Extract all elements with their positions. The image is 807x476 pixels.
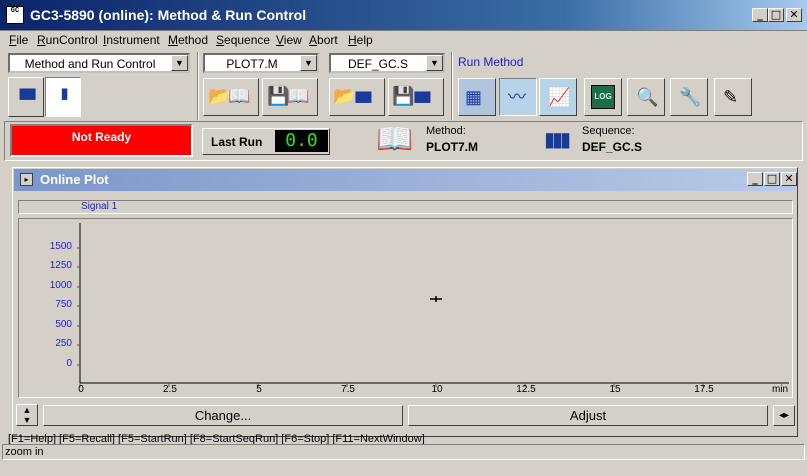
window-menu-icon[interactable]: ▸ <box>20 173 33 186</box>
view-select[interactable]: Method and Run Control ▼ <box>8 53 190 73</box>
zoom-spinner[interactable]: ▲ ▼ <box>16 404 38 426</box>
load-method-button[interactable]: 📂 📖 <box>203 78 259 116</box>
method-select[interactable]: PLOT7.M ▼ <box>203 53 319 73</box>
plot-close-button[interactable]: ✕ <box>781 172 797 186</box>
title-bar: GC GC3-5890 (online): Method & Run Contr… <box>0 0 807 31</box>
last-run-label: Last Run <box>211 135 263 149</box>
change-button[interactable]: Change... <box>43 405 403 426</box>
last-run-value: 0.0 <box>275 130 328 152</box>
edit-notes-button[interactable]: ✎ <box>714 78 752 116</box>
menu-runcontrol[interactable]: RunControl <box>37 33 98 47</box>
x-tick-label: 2.5 <box>163 384 177 395</box>
single-vial-button[interactable]: ▮ <box>45 77 81 117</box>
menu-bar: File RunControl Instrument Method Sequen… <box>0 31 807 49</box>
window-title: GC3-5890 (online): Method & Run Control <box>30 7 307 23</box>
method-label: Method: <box>426 125 466 137</box>
tools-icon: 🔧 <box>679 87 702 107</box>
menu-file[interactable]: File <box>9 33 28 47</box>
method-book-icon: 📖 <box>376 123 414 156</box>
minimize-button[interactable]: _ <box>752 8 768 22</box>
x-tick-label: 7.5 <box>341 384 355 395</box>
menu-abort[interactable]: Abort <box>309 33 338 47</box>
instrument-view-button[interactable]: ▦ <box>458 78 496 116</box>
status-message-box: zoom in <box>2 444 805 460</box>
maximize-button[interactable]: □ <box>768 8 784 22</box>
cursor-crosshair-icon <box>430 296 442 302</box>
instrument-icon: ▦ <box>465 87 483 107</box>
sequence-select[interactable]: DEF_GC.S ▼ <box>329 53 445 73</box>
floppy-disk-icon: 💾 <box>392 86 415 106</box>
vial-icon: ▮ <box>60 84 68 102</box>
scroll-horizontal-icon[interactable]: ◂▸ <box>773 405 795 426</box>
sequence-select-value: DEF_GC.S <box>347 57 408 71</box>
adjust-button[interactable]: Adjust <box>408 405 768 426</box>
view-select-value: Method and Run Control <box>24 57 156 71</box>
menu-instrument[interactable]: Instrument <box>103 33 160 47</box>
toolbar-divider <box>197 52 199 120</box>
menu-method[interactable]: Method <box>168 33 208 47</box>
sequence-label: Sequence: <box>582 125 635 137</box>
chromatogram-icon: 〰 <box>508 87 526 107</box>
app-icon: GC <box>6 6 24 24</box>
diagnostics-button[interactable]: 🔧 <box>670 78 708 116</box>
plot-area[interactable]: 1500 1250 1000 750 500 250 0 0 2.5 5 7.5… <box>18 218 793 398</box>
status-bar: [F1=Help] [F5=Recall] [F5=StartRun] [F8=… <box>0 434 807 476</box>
menu-help[interactable]: Help <box>348 33 373 47</box>
save-method-button[interactable]: 💾 📖 <box>262 78 318 116</box>
chevron-down-icon[interactable]: ▼ <box>300 55 317 71</box>
logbook-icon: LOG <box>591 85 615 109</box>
toolbar-divider <box>451 52 453 120</box>
online-plot-window: ▸ Online Plot _ □ ✕ Signal 1 1500 1250 1… <box>12 167 798 437</box>
x-axis-unit: min <box>772 384 789 395</box>
online-plot-button[interactable]: 📈 <box>539 78 577 116</box>
close-button[interactable]: ✕ <box>786 8 802 22</box>
magnifier-icon: 🔍 <box>636 87 659 107</box>
last-run-panel: Last Run 0.0 <box>202 128 330 155</box>
data-analysis-button[interactable]: 〰 <box>499 78 537 116</box>
vials-icon: ▮▮▮ <box>354 87 373 105</box>
x-tick-label: 10 <box>431 384 443 395</box>
plot-axes <box>77 223 789 387</box>
status-message: zoom in <box>5 446 44 458</box>
pen-icon: ✎ <box>723 87 739 107</box>
x-tick-label: 17.5 <box>694 384 714 395</box>
sequence-view-button[interactable]: ▮▮▮ <box>8 77 44 117</box>
status-badge: Not Ready <box>10 124 193 157</box>
method-value: PLOT7.M <box>426 140 479 154</box>
menu-view[interactable]: View <box>276 33 302 47</box>
method-select-value: PLOT7.M <box>226 57 278 71</box>
sequence-vials-icon: ▮▮▮ <box>544 127 571 151</box>
method-book-icon: 📖 <box>228 86 251 106</box>
run-method-label: Run Method <box>458 55 524 69</box>
plot-maximize-button[interactable]: □ <box>764 172 780 186</box>
vials-icon: ▮▮▮ <box>18 84 37 102</box>
save-sequence-button[interactable]: 💾 ▮▮▮ <box>388 78 444 116</box>
sequence-value: DEF_GC.S <box>582 140 643 154</box>
menu-sequence[interactable]: Sequence <box>216 33 270 47</box>
chevron-down-icon[interactable]: ▼ <box>426 55 443 71</box>
signal-header: Signal 1 <box>18 200 793 214</box>
x-tick-label: 0 <box>78 384 84 395</box>
chevron-down-icon[interactable]: ▼ <box>171 55 188 71</box>
x-tick-label: 12.5 <box>516 384 536 395</box>
signal-plot-icon: 📈 <box>548 87 571 107</box>
x-tick-label: 15 <box>609 384 621 395</box>
plot-minimize-button[interactable]: _ <box>747 172 763 186</box>
x-tick-label: 5 <box>256 384 262 395</box>
logbook-button[interactable]: LOG <box>584 78 622 116</box>
method-book-icon: 📖 <box>287 86 310 106</box>
preview-report-button[interactable]: 🔍 <box>627 78 665 116</box>
plot-title-bar[interactable]: ▸ Online Plot _ □ ✕ <box>14 169 797 191</box>
load-sequence-button[interactable]: 📂 ▮▮▮ <box>329 78 385 116</box>
signal-label: Signal 1 <box>81 201 118 212</box>
plot-title: Online Plot <box>40 172 109 187</box>
vials-icon: ▮▮▮ <box>413 87 432 105</box>
open-folder-icon: 📂 <box>333 86 356 106</box>
